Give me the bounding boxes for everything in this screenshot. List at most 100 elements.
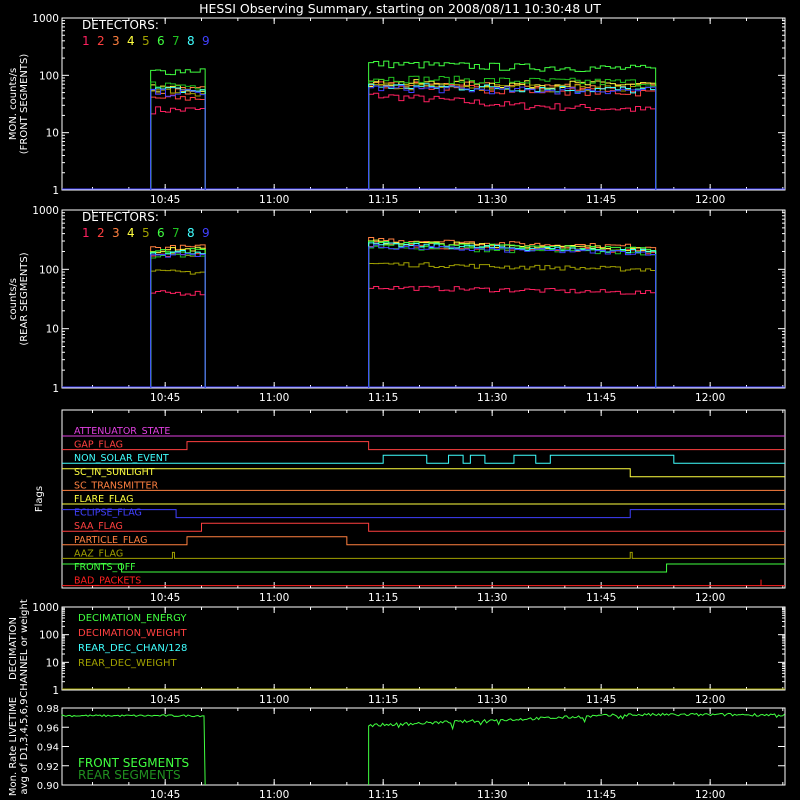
legend-detector-1: 1 [82, 34, 90, 48]
legend-detector-9: 9 [202, 226, 210, 240]
time-tick-label: 10:45 [150, 789, 180, 800]
time-tick-label: 11:30 [477, 194, 507, 206]
time-tick-label: 11:00 [259, 789, 289, 800]
series-detector-6-seg2 [368, 240, 657, 388]
legend-entry: DECIMATION_ENERGY [78, 613, 187, 624]
series-detector-1-seg1 [150, 106, 206, 190]
y-axis-label: counts/s (REAR SEGMENTS) [8, 252, 30, 345]
legend-detector-6: 6 [157, 226, 165, 240]
flag-trace [62, 441, 785, 451]
time-tick-label: 12:00 [695, 194, 725, 206]
flag-label: ATTENUATOR_STATE [74, 426, 170, 437]
flag-trace [62, 551, 785, 559]
time-tick-label: 11:15 [368, 592, 398, 604]
time-tick-label: 12:00 [695, 592, 725, 604]
series-detector-1-seg2 [368, 92, 657, 190]
time-tick-label: 11:00 [259, 194, 289, 206]
time-tick-label: 11:00 [259, 592, 289, 604]
time-tick-label: 10:45 [150, 194, 180, 206]
y-axis-label-line: (FRONT SEGMENTS) [19, 54, 30, 155]
series-detector-4-seg2 [368, 78, 657, 190]
legend-title: DETECTORS: [82, 18, 159, 32]
y-tick-label: 1000 [32, 205, 59, 217]
y-axis-label-line: CHANNEL or weight [19, 599, 30, 698]
series-detector-5-seg2 [368, 262, 657, 388]
time-tick-label: 11:00 [259, 694, 289, 706]
y-tick-label: 100 [39, 70, 59, 82]
y-axis-label: DECIMATION CHANNEL or weight [8, 599, 30, 698]
y-axis-label: Flags [34, 486, 45, 512]
series-detector-3-seg2 [368, 80, 657, 190]
series-detector-7-seg2 [368, 75, 657, 190]
y-tick-label: 1000 [32, 602, 59, 614]
legend-detector-7: 7 [172, 226, 180, 240]
y-axis-label-line: avg of D1,3,4,5,6,9 [19, 698, 30, 794]
legend-detector-5: 5 [142, 34, 150, 48]
legend-detector-7: 7 [172, 34, 180, 48]
y-tick-label: 10 [46, 128, 59, 140]
panel-frame-1 [61, 209, 786, 389]
time-tick-label: 12:00 [695, 392, 725, 404]
time-tick-label: 11:30 [477, 694, 507, 706]
time-tick-label: 11:45 [586, 592, 616, 604]
series-detector-5-seg1 [150, 269, 206, 388]
y-tick-label: 10 [46, 657, 59, 669]
series-detector-3-seg1 [150, 244, 206, 388]
legend-detector-1: 1 [82, 226, 90, 240]
time-tick-label: 11:30 [477, 392, 507, 404]
y-axis-label: MON. counts/s (FRONT SEGMENTS) [8, 54, 30, 155]
hessi-summary-figure: HESSI Observing Summary, starting on 200… [0, 0, 800, 800]
panel-frame-0 [61, 17, 786, 191]
legend-detector-4: 4 [127, 226, 135, 240]
time-tick-label: 11:45 [586, 194, 616, 206]
legend-detector-4: 4 [127, 34, 135, 48]
flag-label: GAP_FLAG [74, 440, 123, 451]
series-detector-4-seg2 [368, 239, 657, 388]
series-detector-5-seg2 [368, 82, 657, 190]
y-axis-label: Mon. Rate LIVETIME avg of D1,3,4,5,6,9 [8, 697, 30, 796]
flag-trace [62, 468, 785, 478]
legend-entry: REAR_DEC_CHAN/128 [78, 643, 187, 654]
series-detector-1-seg2 [368, 285, 657, 388]
y-tick-label: 1 [52, 685, 59, 697]
y-tick-label: 0.94 [37, 743, 59, 754]
y-tick-label: 0.92 [37, 762, 59, 773]
series-detector-4-seg1 [150, 246, 206, 388]
y-tick-label: 1 [52, 383, 59, 395]
time-tick-label: 11:15 [368, 694, 398, 706]
flag-trace [62, 522, 785, 532]
flag-label: FLARE_FLAG [74, 494, 134, 505]
y-axis-label-line: DECIMATION [8, 617, 19, 680]
flag-label: NON_SOLAR_EVENT [74, 453, 169, 464]
legend-entry: DECIMATION_WEIGHT [78, 628, 187, 639]
series-detector-1-seg1 [150, 290, 206, 388]
y-tick-label: 0.98 [37, 704, 59, 715]
time-tick-label: 11:45 [586, 392, 616, 404]
flag-label: BAD_PACKETS [74, 576, 141, 587]
y-axis-label-line: MON. counts/s [8, 68, 19, 140]
flag-label: SC_TRANSMITTER [74, 480, 159, 491]
time-tick-label: 11:15 [368, 392, 398, 404]
time-tick-label: 12:00 [695, 694, 725, 706]
legend-detector-3: 3 [112, 226, 120, 240]
y-axis-label-line: Mon. Rate LIVETIME [8, 697, 19, 796]
flag-trace [62, 509, 785, 519]
summary-plot-canvas: HESSI Observing Summary, starting on 200… [8, 1, 786, 800]
time-tick-label: 11:15 [368, 789, 398, 800]
series-detector-3-seg1 [150, 86, 206, 190]
legend-detector-6: 6 [157, 34, 165, 48]
time-tick-label: 12:00 [695, 789, 725, 800]
legend-detector-2: 2 [97, 34, 105, 48]
legend-detector-5: 5 [142, 226, 150, 240]
y-tick-label: 0.96 [37, 723, 59, 734]
flag-trace [62, 579, 785, 587]
legend-detector-8: 8 [187, 34, 195, 48]
series-detector-4-seg1 [150, 84, 206, 190]
time-tick-label: 11:45 [586, 789, 616, 800]
figure-title: HESSI Observing Summary, starting on 200… [199, 1, 601, 16]
series-detector-9-seg1 [150, 88, 206, 190]
y-tick-label: 1000 [32, 13, 59, 25]
flag-trace [62, 536, 785, 546]
series-detector-5-seg1 [150, 88, 206, 190]
y-tick-label: 10 [46, 324, 59, 336]
